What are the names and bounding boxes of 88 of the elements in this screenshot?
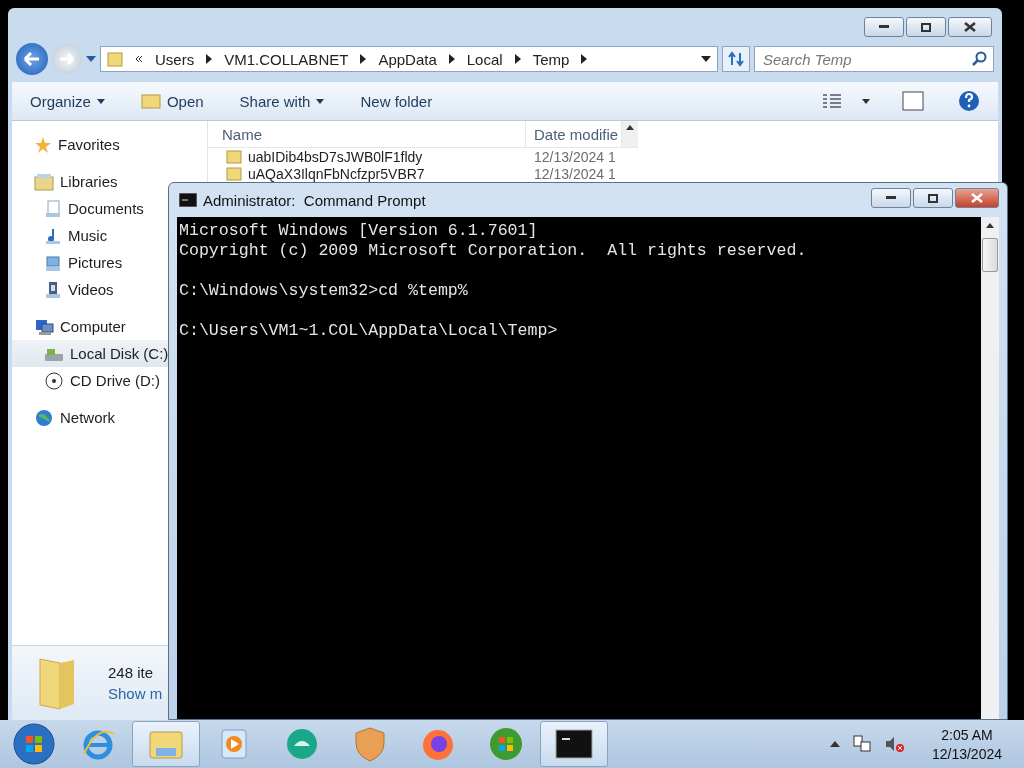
minimize-button[interactable] — [864, 17, 904, 37]
arrow-icon[interactable] — [581, 54, 588, 64]
sidebar-item[interactable]: Computer — [12, 313, 128, 340]
maximize-button[interactable] — [913, 188, 953, 208]
sidebar-item[interactable]: CD Drive (D:) — [12, 367, 162, 394]
breadcrumb[interactable]: VM1.COLLABNET — [224, 50, 349, 68]
folder-icon — [107, 51, 123, 67]
cd-drive-icon — [44, 371, 64, 390]
scroll-up-arrow-icon[interactable] — [986, 223, 994, 228]
breadcrumb[interactable]: Users — [155, 50, 195, 68]
breadcrumb[interactable]: Temp — [532, 50, 570, 68]
file-name[interactable]: uabIDib4bsD7sJWB0lF1fldy — [248, 148, 423, 165]
start-button[interactable] — [12, 722, 56, 766]
up-arrow-icon[interactable] — [829, 741, 840, 747]
arrow-icon[interactable] — [360, 54, 367, 64]
film-icon — [44, 280, 62, 299]
dropdown-arrow-icon[interactable] — [701, 56, 711, 62]
terminal-icon — [179, 193, 197, 207]
maximize-icon — [928, 193, 938, 203]
dropdown-arrow-icon — [316, 98, 325, 104]
column-header[interactable]: Name — [208, 121, 526, 147]
toolbar-button[interactable]: Organize — [30, 90, 105, 112]
dropdown-arrow-icon[interactable] — [862, 98, 870, 104]
view-list-icon[interactable] — [822, 93, 842, 109]
folder-icon — [226, 149, 242, 164]
close-icon — [971, 193, 983, 203]
console-line: Microsoft Windows [Version 6.1.7601] — [179, 221, 539, 241]
toolbar-button[interactable]: Share with — [239, 90, 325, 112]
help-icon[interactable] — [958, 90, 980, 112]
window-title: Administrator: Command Prompt — [203, 191, 426, 209]
file-name[interactable]: uAQaX3IlqnFbNcfzpr5VBR7 — [248, 165, 425, 182]
address-bar[interactable]: Users VM1.COLLABNET AppData Local Temp — [100, 46, 718, 72]
sidebar-item[interactable]: Network — [12, 404, 117, 431]
show-more-link[interactable]: Show m — [108, 685, 163, 702]
console-line: C:\Windows\system32>cd %temp% — [179, 281, 469, 301]
arrow-icon[interactable] — [206, 54, 213, 64]
close-icon — [964, 22, 976, 32]
scroll-up-arrow-icon[interactable] — [626, 125, 634, 130]
chevrons-icon[interactable] — [135, 55, 143, 63]
clock-time[interactable]: 2:05 AM — [941, 726, 993, 743]
breadcrumb[interactable]: Local — [466, 50, 503, 68]
breadcrumb[interactable]: AppData — [378, 50, 437, 68]
sidebar-item[interactable]: Music — [12, 222, 110, 249]
computer-icon — [34, 317, 54, 336]
folder-icon — [140, 93, 161, 109]
sidebar-item[interactable]: Favorites — [12, 131, 122, 158]
maximize-button[interactable] — [906, 17, 946, 37]
item-count: 248 ite — [108, 664, 155, 681]
library-icon — [34, 172, 54, 191]
document-icon — [44, 199, 62, 218]
taskbar-button[interactable] — [540, 721, 608, 767]
refresh-button[interactable] — [722, 46, 750, 72]
refresh-arrows-icon — [727, 51, 745, 67]
sidebar-item[interactable]: Local Disk (C:) — [12, 340, 171, 367]
console-line: Copyright (c) 2009 Microsoft Corporation. All rights reserved. — [179, 241, 808, 261]
terminal-icon[interactable] — [554, 727, 594, 761]
minimize-icon — [886, 196, 896, 200]
file-date: 12/13/2024 1 — [533, 148, 616, 165]
file-date: 12/13/2024 1 — [533, 165, 616, 182]
forward-arrow-icon — [59, 53, 75, 65]
clock-date[interactable]: 12/13/2024 — [931, 745, 1002, 762]
scrollbar-thumb[interactable] — [982, 238, 998, 272]
sidebar-item[interactable]: Pictures — [12, 249, 125, 276]
preview-pane-icon[interactable] — [902, 91, 924, 111]
folder-icon — [226, 166, 242, 181]
arrow-icon[interactable] — [514, 54, 521, 64]
minimize-icon — [879, 25, 889, 29]
back-arrow-icon — [23, 52, 41, 66]
back-button[interactable] — [16, 43, 48, 75]
pictures-icon — [44, 253, 62, 272]
globe-icon — [34, 407, 54, 428]
search-field[interactable]: Search Temp — [754, 46, 994, 72]
star-icon — [34, 135, 52, 154]
minimize-button[interactable] — [871, 188, 911, 208]
toolbar-button[interactable]: New folder — [360, 90, 433, 112]
arrow-icon[interactable] — [448, 54, 455, 64]
sidebar-item[interactable]: Videos — [12, 276, 116, 303]
sidebar-item[interactable]: Documents — [12, 195, 146, 222]
console-line: C:\Users\VM1~1.COL\AppData\Local\Temp> — [179, 321, 559, 341]
toolbar-button[interactable]: Open — [140, 90, 204, 112]
close-button[interactable] — [955, 188, 999, 208]
maximize-icon — [921, 22, 931, 32]
network-icon[interactable] — [851, 734, 872, 754]
sidebar-item[interactable]: Libraries — [12, 168, 120, 195]
close-button[interactable] — [948, 17, 992, 37]
dropdown-arrow-icon — [96, 98, 105, 104]
music-note-icon — [44, 226, 62, 245]
search-icon[interactable] — [971, 51, 987, 67]
